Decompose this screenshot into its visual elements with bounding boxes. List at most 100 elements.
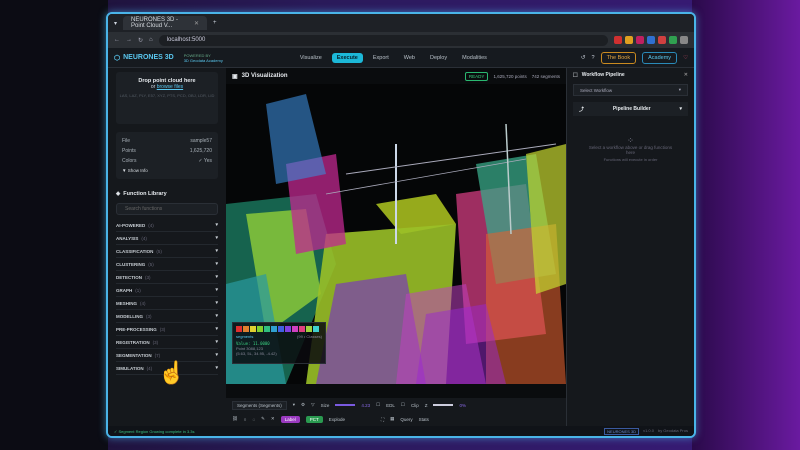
hand-cursor-icon: ☝ (158, 360, 186, 385)
help-icon[interactable]: ? (592, 55, 595, 61)
category-name: SEGMENTATION (116, 352, 152, 358)
main-nav: Visualize Execute Export Web Deploy Moda… (295, 52, 492, 63)
home-icon[interactable]: ⌂ (149, 37, 153, 43)
nav-deploy[interactable]: Deploy (425, 53, 452, 63)
stats-button[interactable]: Stats (419, 417, 429, 422)
url-text: localhost:5000 (166, 37, 206, 43)
swatch (264, 326, 270, 332)
extension-icon[interactable] (614, 36, 622, 44)
category-count: (4) (141, 235, 147, 241)
category-registration[interactable]: REGISTRATION (3) ▾ (116, 336, 218, 349)
reload-icon[interactable]: ↻ (138, 37, 143, 44)
circle-icon[interactable]: ○ (244, 417, 247, 422)
category-classification[interactable]: CLASSIFICATION (5) ▾ (116, 245, 218, 258)
category-count: (3) (145, 274, 151, 280)
extension-icon[interactable] (658, 36, 666, 44)
category-clustering[interactable]: CLUSTERING (5) ▾ (116, 258, 218, 271)
branch-icon: ⤴ (579, 106, 585, 113)
sparkle-icon: ⁘ (627, 136, 634, 145)
close-icon[interactable]: ✕ (684, 72, 688, 78)
points-count: 1,625,720 points (493, 73, 527, 79)
lasso-icon[interactable]: ◌ (252, 417, 255, 422)
extension-icon[interactable] (669, 36, 677, 44)
heart-icon[interactable]: ♡ (683, 55, 688, 61)
browser-tab[interactable]: NEURONES 3D - Point Cloud V... ✕ (123, 16, 208, 30)
swatch (292, 326, 298, 332)
tab-menu-icon[interactable]: ▾ (114, 20, 117, 27)
drop-zone[interactable]: Drop point cloud here or browse files LA… (116, 72, 218, 124)
extension-icon[interactable] (625, 36, 633, 44)
category-name: CLUSTERING (116, 261, 146, 267)
pipeline-header: ⬚ Workflow Pipeline ✕ (567, 68, 694, 82)
category-count: (4) (140, 300, 146, 306)
empty-message: Select a workflow above or drag function… (588, 145, 673, 155)
url-field[interactable]: localhost:5000 (158, 34, 608, 46)
category-pre-processing[interactable]: PRE-PROCESSING (3) ▾ (116, 323, 218, 336)
category-analysis[interactable]: ANALYSIS (4) ▾ (116, 232, 218, 245)
supported-formats: LAS, LAZ, PLY, E57, XYZ, PTS, PCD, OBJ, … (119, 93, 215, 98)
app-logo[interactable]: ⬡ NEURONES 3D (114, 54, 174, 62)
profile-icon[interactable] (680, 36, 688, 44)
category-name: GRAPH (116, 287, 133, 293)
query-button[interactable]: Query (400, 417, 412, 422)
new-tab-icon[interactable]: + (213, 20, 217, 26)
nav-export[interactable]: Export (368, 53, 394, 63)
colors-value: ✓ Yes (198, 158, 212, 164)
back-icon[interactable]: ← (114, 37, 120, 43)
category-name: DETECTION (116, 274, 143, 280)
workflow-select[interactable]: Select Workflow ▾ (573, 84, 688, 96)
close-tab-icon[interactable]: ✕ (194, 20, 199, 27)
nav-modalities[interactable]: Modalities (457, 53, 492, 63)
forward-icon[interactable]: → (126, 37, 132, 43)
explode-button[interactable]: Explode (329, 417, 345, 422)
size-slider[interactable] (335, 404, 356, 406)
extension-icon[interactable] (636, 36, 644, 44)
category-detection[interactable]: DETECTION (3) ▾ (116, 271, 218, 284)
grid-icon[interactable]: ▦ (390, 416, 394, 422)
label-button[interactable]: Label (280, 415, 300, 423)
status-message: ✓ Segment Region Growing complete in 3.3… (114, 428, 195, 434)
chevron-down-icon: ▾ (215, 222, 218, 228)
show-info-toggle[interactable]: ▼ Show Info (122, 168, 212, 173)
category-name: AI-POWERED (116, 222, 146, 228)
clip-slider[interactable] (433, 404, 454, 406)
pipeline-builder[interactable]: ⤴ Pipeline Builder ▾ (573, 102, 688, 116)
pct-button[interactable]: PCT (305, 415, 323, 423)
pipeline-title: Workflow Pipeline (581, 72, 625, 78)
nav-web[interactable]: Web (399, 53, 420, 63)
category-ai-powered[interactable]: AI-POWERED (4) ▾ (116, 219, 218, 232)
history-icon[interactable]: ↺ (581, 55, 586, 61)
swatch (250, 326, 256, 332)
the-book-button[interactable]: The Book (600, 51, 637, 64)
chevron-down-icon: ▾ (215, 326, 218, 332)
swatch (257, 326, 263, 332)
category-meshing[interactable]: MESHING (4) ▾ (116, 297, 218, 310)
edl-checkbox[interactable]: ☐ (376, 402, 380, 408)
segments-count: 742 segments (531, 73, 560, 79)
clear-icon[interactable]: ✕ (271, 416, 275, 422)
clip-checkbox[interactable]: ☐ (401, 402, 405, 408)
function-search-input[interactable]: Search functions (116, 203, 218, 215)
z-axis-icon[interactable]: Z (425, 403, 428, 408)
nav-visualize[interactable]: Visualize (295, 53, 327, 63)
fit-view-icon[interactable]: ⛶ (381, 417, 384, 422)
chevron-down-icon: ▾ (215, 287, 218, 293)
legend-coords: (5.63, 5L, 34.95, -4.42) (236, 351, 277, 356)
link-icon[interactable]: ⛓ (232, 416, 238, 422)
pipeline-builder-label: Pipeline Builder (612, 106, 651, 112)
extension-icon[interactable] (647, 36, 655, 44)
swatch (271, 326, 277, 332)
filter-icon[interactable]: ▽ (311, 402, 314, 408)
nav-execute[interactable]: Execute (331, 52, 363, 63)
settings-icon[interactable]: ⚙ (301, 402, 305, 408)
points-label: Points (122, 148, 136, 154)
academy-button[interactable]: Academy (642, 51, 678, 64)
browse-files-link[interactable]: browse files (157, 84, 183, 90)
category-graph[interactable]: GRAPH (1) ▾ (116, 284, 218, 297)
brush-icon[interactable]: ✎ (261, 416, 265, 422)
color-mode-select[interactable]: Segments (Segments) (232, 400, 287, 410)
viz-title: 3D Visualization (241, 73, 288, 79)
status-badge: READY (464, 71, 489, 81)
category-modelling[interactable]: MODELLING (3) ▾ (116, 310, 218, 323)
viz-header: ▣ 3D Visualization READY 1,625,720 point… (226, 68, 566, 84)
